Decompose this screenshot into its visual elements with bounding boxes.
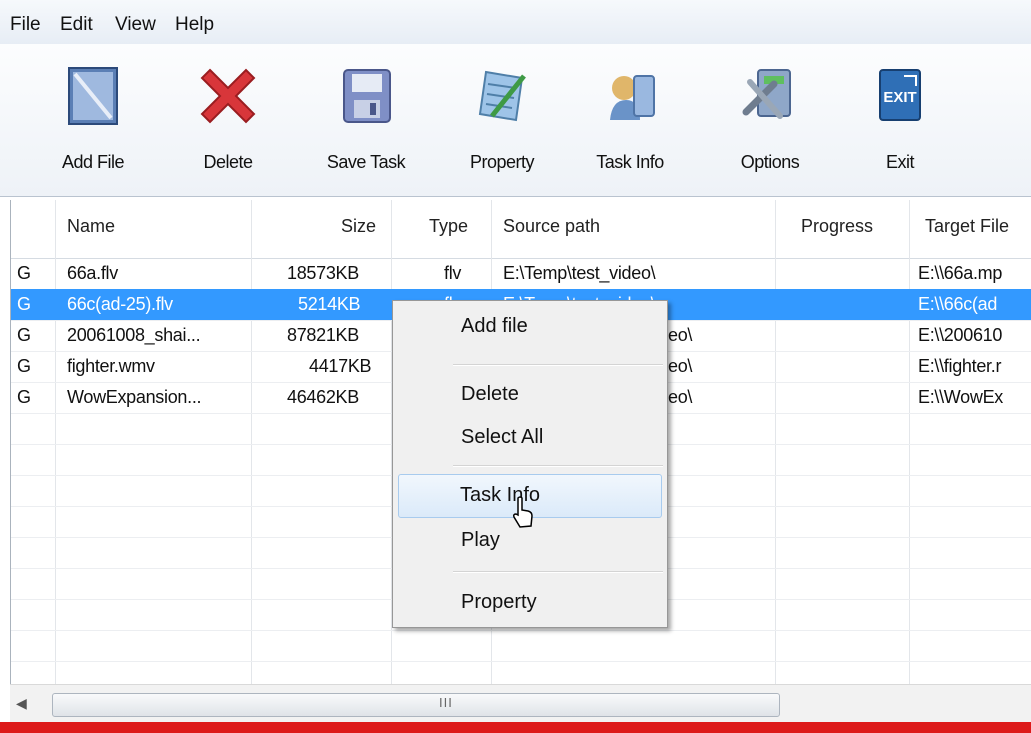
col-name-header[interactable]: Name (67, 216, 115, 237)
horizontal-scrollbar[interactable]: ◀ III (10, 684, 1031, 723)
row-status: G (17, 263, 31, 283)
row-size: 46462KB (287, 387, 359, 407)
save-task-button[interactable]: Save Task (311, 44, 421, 196)
row-target: E:\\WowEx (918, 387, 1003, 407)
row-name: WowExpansion... (67, 387, 202, 407)
bottom-status-bar (0, 722, 1031, 733)
context-separator (453, 364, 663, 366)
task-info-button[interactable]: Task Info (580, 44, 680, 196)
exit-label: Exit (885, 152, 915, 172)
context-item-delete[interactable]: Delete (393, 379, 667, 411)
context-item-select-all[interactable]: Select All (393, 422, 667, 454)
context-separator (453, 571, 663, 573)
context-item-label: Play (461, 529, 500, 551)
row-name: 66a.flv (67, 263, 118, 283)
save-task-label: Save Task (326, 152, 406, 172)
scroll-thumb[interactable]: III (52, 693, 780, 717)
row-target: E:\\fighter.r (918, 356, 1002, 376)
context-item-label: Add file (461, 315, 528, 337)
context-item-property[interactable]: Property (393, 587, 667, 619)
table-row[interactable]: G 66a.flv 18573KB flv E:\Temp\test_video… (11, 258, 1031, 289)
menu-help[interactable]: Help (175, 14, 214, 36)
context-item-add-file[interactable]: Add file (393, 311, 667, 343)
task-info-label: Task Info (596, 152, 664, 172)
add-file-label: Add File (61, 152, 125, 172)
row-target: E:\\66a.mp (918, 263, 1003, 283)
cursor-icon (513, 496, 533, 528)
delete-label: Delete (203, 152, 253, 172)
row-source: eo\ (668, 356, 693, 376)
scroll-grip: III (439, 695, 453, 710)
delete-button[interactable]: Delete (183, 44, 273, 196)
scroll-left-icon[interactable]: ◀ (16, 695, 27, 712)
add-file-icon (68, 67, 118, 125)
context-menu: Add file Delete Select All Task Info Pla… (392, 300, 668, 628)
row-status: G (17, 387, 31, 407)
exit-button[interactable]: EXIT Exit (855, 44, 945, 196)
svg-text:EXIT: EXIT (883, 89, 916, 106)
row-divider (11, 661, 1031, 662)
toolbar: Add File Delete Save Task Property Task … (0, 44, 1031, 197)
col-type-header[interactable]: Type (429, 216, 468, 237)
row-size: 87821KB (287, 325, 359, 345)
property-label: Property (469, 152, 535, 172)
menu-edit[interactable]: Edit (60, 14, 93, 36)
property-button[interactable]: Property (452, 44, 552, 196)
row-status: G (17, 356, 31, 376)
row-status: G (17, 294, 31, 314)
row-source: eo\ (668, 325, 693, 345)
exit-icon: EXIT (879, 69, 921, 121)
row-target: E:\\66c(ad (918, 294, 998, 314)
col-progress-header[interactable]: Progress (801, 216, 873, 237)
row-status: G (17, 325, 31, 345)
row-size: 4417KB (309, 356, 372, 376)
context-item-label: Select All (461, 426, 544, 448)
col-source-header[interactable]: Source path (503, 216, 600, 237)
context-item-label: Property (461, 591, 537, 613)
property-icon (478, 70, 526, 122)
row-size: 18573KB (287, 263, 359, 283)
menu-bar: File Edit View Help (0, 0, 1031, 44)
row-name: fighter.wmv (67, 356, 155, 376)
options-label: Options (740, 152, 800, 172)
row-type: flv (444, 263, 462, 283)
delete-icon (200, 68, 256, 124)
menu-file[interactable]: File (10, 14, 41, 36)
col-size-header[interactable]: Size (341, 216, 376, 237)
row-target: E:\\200610 (918, 325, 1003, 345)
context-separator (453, 465, 663, 467)
row-name: 66c(ad-25).flv (67, 294, 173, 314)
row-size: 5214KB (298, 294, 361, 314)
row-source: E:\Temp\test_video\ (503, 263, 656, 283)
table-header: Name Size Type Source path Progress Targ… (11, 200, 1031, 259)
save-task-icon (343, 69, 391, 123)
options-button[interactable]: Options (725, 44, 815, 196)
context-item-label: Delete (461, 383, 519, 405)
add-file-button[interactable]: Add File (48, 44, 138, 196)
row-name: 20061008_shai... (67, 325, 201, 345)
task-info-icon (610, 75, 655, 120)
menu-view[interactable]: View (115, 14, 156, 36)
row-divider (11, 630, 1031, 631)
col-target-header[interactable]: Target File (925, 216, 1009, 237)
row-source: eo\ (668, 387, 693, 407)
options-icon (742, 69, 791, 119)
